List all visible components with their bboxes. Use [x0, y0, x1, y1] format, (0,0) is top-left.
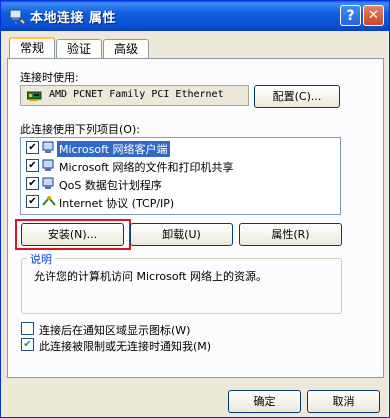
component-checkbox[interactable]: ✔ — [26, 159, 39, 172]
description-legend: 说明 — [27, 251, 55, 267]
component-checkbox[interactable]: ✔ — [26, 195, 39, 208]
notify-checkbox[interactable]: ✔ — [21, 338, 34, 351]
description-text: 允许您的计算机访问 Microsoft 网络上的资源。 — [34, 270, 268, 283]
close-button[interactable]: ✕ — [363, 5, 384, 26]
connect-using-label: 连接时使用: — [20, 71, 79, 84]
notify-label[interactable]: 此连接被限制或无连接时通知我(M) — [39, 338, 211, 354]
properties-button[interactable]: 属性(R) — [239, 223, 342, 246]
qos-scheduler-icon — [42, 177, 54, 189]
description-group — [21, 258, 342, 314]
adapter-field: AMD PCNET Family PCI Ethernet — [20, 85, 249, 106]
help-button[interactable]: ? — [340, 5, 361, 26]
cancel-button[interactable]: 取消 — [307, 390, 380, 413]
title-bar[interactable]: 本地连接 属性 ? ✕ — [1, 1, 389, 31]
component-label: QoS 数据包计划程序 — [59, 179, 162, 192]
file-printer-sharing-icon — [42, 159, 54, 171]
tab-authentication[interactable]: 验证 — [56, 39, 102, 58]
show-icon-label[interactable]: 连接后在通知区域显示图标(W) — [39, 322, 190, 338]
network-connection-icon — [9, 9, 25, 24]
components-label: 此连接使用下列项目(O): — [20, 123, 140, 136]
window-title: 本地连接 属性 — [30, 11, 117, 26]
install-button[interactable]: 安装(N)... — [21, 223, 124, 246]
configure-button[interactable]: 配置(C)... — [254, 85, 340, 108]
components-list[interactable]: ✔ Microsoft 网络客户端 ✔ Microsoft 网络的文件和打印机共… — [20, 137, 341, 215]
tab-general[interactable]: 常规 — [9, 37, 55, 58]
component-checkbox[interactable]: ✔ — [26, 141, 39, 154]
ok-button[interactable]: 确定 — [228, 390, 301, 413]
tcpip-protocol-icon — [42, 196, 56, 206]
adapter-name: AMD PCNET Family PCI Ethernet — [49, 89, 224, 100]
properties-dialog: 本地连接 属性 ? ✕ 常规 验证 高级 连接时使用: AMD PCNET Fa… — [0, 0, 390, 418]
network-adapter-icon — [27, 91, 42, 101]
component-label: Microsoft 网络的文件和打印机共享 — [59, 161, 234, 174]
component-item-qos-scheduler[interactable]: ✔ QoS 数据包计划程序 — [23, 176, 333, 192]
show-icon-checkbox[interactable] — [21, 322, 34, 335]
component-item-network-client[interactable]: ✔ Microsoft 网络客户端 — [23, 140, 333, 157]
component-label: Internet 协议 (TCP/IP) — [59, 197, 175, 210]
component-checkbox[interactable]: ✔ — [26, 177, 39, 190]
uninstall-button[interactable]: 卸载(U) — [130, 223, 233, 246]
component-label: Microsoft 网络客户端 — [57, 141, 170, 157]
component-item-file-printer-sharing[interactable]: ✔ Microsoft 网络的文件和打印机共享 — [23, 158, 333, 174]
network-client-icon — [42, 141, 54, 153]
component-item-tcpip[interactable]: ✔ Internet 协议 (TCP/IP) — [23, 194, 333, 210]
tab-advanced[interactable]: 高级 — [103, 39, 149, 58]
